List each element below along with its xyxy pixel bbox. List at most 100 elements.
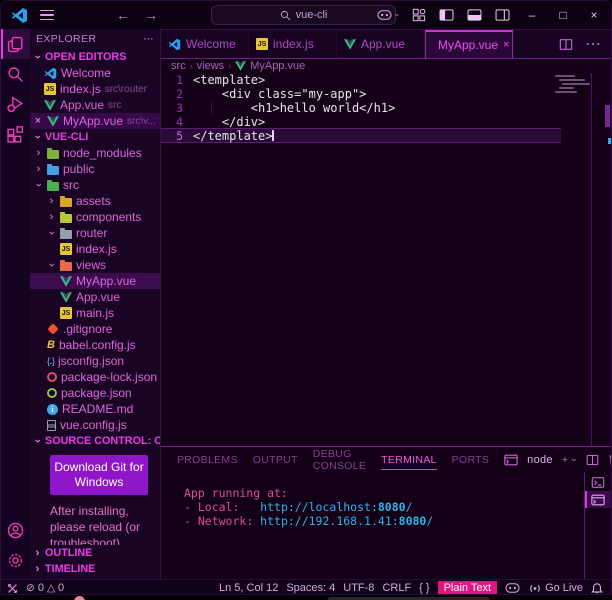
code-editor[interactable]: 1<template> 2 <div class="my-app"> 3 <h1… [161, 73, 611, 446]
copilot-chevron-icon[interactable]: › [393, 14, 403, 17]
run-debug-activity-icon[interactable] [1, 89, 30, 119]
history-forward-button[interactable]: → [144, 7, 158, 23]
tree-item-mainjs[interactable]: main.js [30, 305, 160, 321]
tree-item-node-modules[interactable]: › node_modules [30, 145, 160, 161]
tree-item-public[interactable]: › public [30, 161, 160, 177]
eol-status[interactable]: CRLF [382, 582, 411, 594]
chevron-down-icon: › [32, 133, 44, 142]
command-center-search[interactable]: vue-cli [211, 5, 396, 25]
maximize-button[interactable]: □ [554, 8, 572, 22]
panel-tab-problems[interactable]: PROBLEMS [177, 450, 238, 469]
close-editor-icon[interactable]: × [33, 115, 43, 127]
close-tab-icon[interactable]: × [503, 39, 509, 51]
customize-layout-icon[interactable] [412, 8, 426, 22]
minimize-button[interactable]: – [523, 8, 541, 22]
error-icon: ⊘ [26, 582, 35, 594]
tree-item-router[interactable]: › router [30, 225, 160, 241]
explorer-sidebar: EXPLORER ⋯ › OPEN EDITORS Welcome index.… [30, 29, 161, 579]
split-editor-icon[interactable] [559, 38, 573, 51]
account-icon[interactable] [1, 515, 30, 545]
minimap[interactable] [553, 73, 589, 95]
folder-icon [60, 230, 72, 239]
tree-item-vueconfig[interactable]: vue.config.js [30, 417, 160, 433]
vue-file-icon [235, 61, 246, 71]
open-editor-indexjs[interactable]: index.js src\router [30, 81, 160, 97]
tree-item-babelconfig[interactable]: babel.config.js [30, 337, 160, 353]
tree-item-myappvue[interactable]: MyApp.vue [30, 273, 160, 289]
settings-gear-icon[interactable] [1, 545, 30, 575]
tree-item-package-lock[interactable]: package-lock.json [30, 369, 160, 385]
project-section-header[interactable]: › VUE-CLI [30, 129, 160, 145]
explorer-activity-icon[interactable] [1, 29, 30, 59]
open-editor-appvue[interactable]: App.vue src [30, 97, 160, 113]
scrollbar-thumb[interactable] [605, 105, 610, 127]
history-back-button[interactable]: ← [116, 7, 130, 23]
copilot-icon[interactable] [377, 9, 392, 21]
remote-indicator-icon[interactable] [7, 583, 18, 594]
kill-terminal-trash-icon[interactable] [608, 453, 612, 466]
tree-item-packagejson[interactable]: package.json [30, 385, 160, 401]
new-terminal-icon[interactable]: + [562, 454, 568, 466]
terminal-output[interactable]: App running at: - Local: http://localhos… [161, 472, 584, 579]
outline-header[interactable]: › OUTLINE [30, 545, 160, 561]
code-line-current: 5</template> [161, 128, 561, 143]
panel-tab-debug-console[interactable]: DEBUG CONSOLE [313, 444, 366, 475]
chevron-down-icon: › [32, 53, 44, 62]
terminal-dropdown-icon[interactable]: › [570, 458, 580, 461]
open-editor-myappvue[interactable]: × MyApp.vue src\v... [30, 113, 160, 129]
cursor-position-status[interactable]: Ln 5, Col 12 [219, 582, 278, 594]
tree-item-appvue[interactable]: App.vue [30, 289, 160, 305]
tree-item-src[interactable]: › src [30, 177, 160, 193]
terminal-launch-icon[interactable] [585, 474, 611, 491]
source-control-header[interactable]: › SOURCE CONTROL: CHAN... [30, 433, 160, 449]
open-editors-header[interactable]: › OPEN EDITORS [30, 49, 160, 65]
search-activity-icon[interactable] [1, 59, 30, 89]
notifications-bell-icon[interactable] [591, 582, 603, 595]
vue-file-icon [60, 276, 72, 287]
panel-tab-ports[interactable]: PORTS [452, 450, 489, 469]
indentation-status[interactable]: Spaces: 4 [286, 582, 335, 594]
explorer-more-actions-icon[interactable]: ⋯ [143, 33, 154, 45]
tab-myappvue[interactable]: MyApp.vue × [425, 30, 513, 58]
editor-tab-bar: Welcome index.js App.vue MyApp.vue × [161, 29, 611, 59]
js-file-icon [44, 83, 56, 95]
language-mode-status[interactable]: Plain Text [438, 581, 498, 596]
braces-language-icon[interactable]: { } [419, 582, 429, 594]
shell-name[interactable]: node [527, 454, 553, 466]
tree-item-jsconfig[interactable]: jsconfig.json [30, 353, 160, 369]
git-icon [47, 323, 58, 334]
copilot-status-icon[interactable] [505, 582, 520, 594]
terminal-tab-node[interactable] [585, 491, 611, 508]
go-live-button[interactable]: Go Live [528, 582, 583, 594]
tree-item-assets[interactable]: › assets [30, 193, 160, 209]
toggle-panel-icon[interactable] [467, 9, 482, 21]
tab-appvue[interactable]: App.vue [337, 30, 425, 58]
breadcrumb[interactable]: src › views › MyApp.vue [161, 59, 611, 73]
tree-item-readme[interactable]: README.md [30, 401, 160, 417]
tab-indexjs[interactable]: index.js [249, 30, 337, 58]
panel-tab-output[interactable]: OUTPUT [253, 450, 298, 469]
open-editor-welcome[interactable]: Welcome [30, 65, 160, 81]
vue-file-icon [44, 100, 56, 111]
split-terminal-icon[interactable] [586, 454, 599, 466]
chevron-right-icon: › [33, 563, 42, 575]
download-git-button[interactable]: Download Git for Windows [50, 455, 148, 495]
panel-tab-terminal[interactable]: TERMINAL [381, 450, 437, 470]
toggle-secondary-sidebar-icon[interactable] [495, 9, 510, 21]
tree-item-gitignore[interactable]: .gitignore [30, 321, 160, 337]
tab-welcome[interactable]: Welcome [161, 30, 249, 58]
chevron-right-icon: › [228, 61, 231, 71]
timeline-header[interactable]: › TIMELINE [30, 561, 160, 577]
tree-item-components[interactable]: › components [30, 209, 160, 225]
encoding-status[interactable]: UTF-8 [343, 582, 374, 594]
problems-status[interactable]: ⊘ 0 △ 0 [26, 582, 64, 594]
editor-more-actions-icon[interactable]: ⋯ [585, 34, 601, 54]
tree-item-views[interactable]: › views [30, 257, 160, 273]
close-window-button[interactable]: × [585, 8, 603, 22]
hamburger-menu-icon[interactable] [40, 10, 54, 21]
tree-item-router-indexjs[interactable]: index.js [30, 241, 160, 257]
folder-icon [60, 198, 72, 207]
toggle-sidebar-icon[interactable] [439, 9, 454, 21]
chevron-right-icon: › [33, 547, 42, 559]
extensions-activity-icon[interactable] [1, 119, 30, 149]
